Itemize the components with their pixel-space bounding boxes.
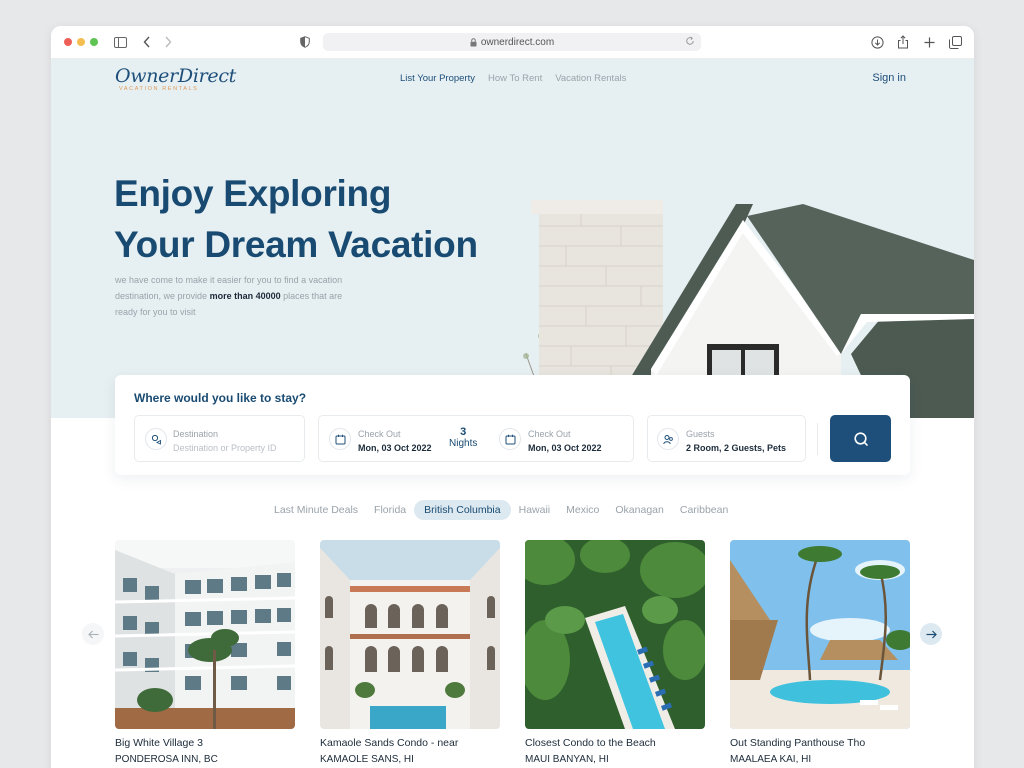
forward-icon[interactable] (160, 34, 176, 50)
search-title: Where would you like to stay? (134, 391, 307, 405)
tab-mexico[interactable]: Mexico (558, 500, 607, 520)
guests-icon (657, 428, 679, 450)
nights-number: 3 (460, 426, 467, 438)
search-button[interactable] (830, 415, 891, 462)
carousel-next-button[interactable] (920, 623, 942, 645)
listing-photo[interactable] (525, 540, 705, 729)
listing-card[interactable]: Kamaole Sands Condo - near KAMAOLE SANS,… (320, 540, 500, 765)
listing-title[interactable]: Big White Village 3 (115, 737, 295, 749)
sidebar-icon[interactable] (112, 34, 128, 50)
nights-label: Nights (449, 438, 478, 449)
logo[interactable]: OwnerDirect VACATION RENTALS (115, 65, 236, 92)
hero-title-line-2: Your Dream Vacation (114, 224, 478, 265)
sign-in-link[interactable]: Sign in (872, 72, 906, 84)
tab-british-columbia[interactable]: British Columbia (414, 500, 511, 520)
back-icon[interactable] (139, 34, 155, 50)
minimize-window-button[interactable] (77, 38, 85, 46)
tab-okanagan[interactable]: Okanagan (607, 500, 671, 520)
calendar-icon (329, 428, 351, 450)
field-divider (817, 423, 818, 455)
browser-toolbar: ownerdirect.com (51, 26, 974, 59)
destination-field[interactable]: Destination Destination or Property ID (134, 415, 305, 462)
listing-title[interactable]: Out Standing Panthouse Tho (730, 737, 910, 749)
download-icon[interactable] (869, 34, 885, 50)
listing-location: MAUI BANYAN, HI (525, 754, 609, 765)
listing-card[interactable]: Closest Condo to the Beach MAUI BANYAN, … (525, 540, 705, 765)
hero-title-line-1: Enjoy Exploring (114, 173, 392, 214)
listing-card[interactable]: Big White Village 3 PONDEROSA INN, BC (115, 540, 295, 765)
guests-label: Guests (686, 429, 715, 439)
location-pin-icon (145, 428, 167, 450)
carousel-prev-button[interactable] (82, 623, 104, 645)
listing-photo[interactable] (730, 540, 910, 729)
browser-window: ownerdirect.com OwnerDirect VACATION REN… (51, 26, 974, 768)
arrow-right-icon (926, 630, 937, 639)
checkin-date[interactable]: Mon, 03 Oct 2022 (358, 443, 432, 453)
listing-photo[interactable] (115, 540, 295, 729)
share-icon[interactable] (895, 34, 911, 50)
listing-location: KAMAOLE SANS, HI (320, 754, 414, 765)
checkout-date[interactable]: Mon, 03 Oct 2022 (528, 443, 602, 453)
listing-photo[interactable] (320, 540, 500, 729)
calendar-icon (499, 428, 521, 450)
lock-icon (470, 37, 477, 47)
tabs-icon[interactable] (947, 34, 963, 50)
maximize-window-button[interactable] (90, 38, 98, 46)
listing-title[interactable]: Closest Condo to the Beach (525, 737, 705, 749)
listing-card[interactable]: Out Standing Panthouse Tho MAALAEA KAI, … (730, 540, 910, 765)
hero-description: we have come to make it easier for you t… (115, 275, 343, 317)
close-window-button[interactable] (64, 38, 72, 46)
nav-vacation-rentals[interactable]: Vacation Rentals (555, 73, 626, 84)
listing-title[interactable]: Kamaole Sands Condo - near (320, 737, 500, 749)
tab-last-minute-deals[interactable]: Last Minute Deals (266, 500, 366, 520)
top-nav: List Your Property How To Rent Vacation … (400, 73, 626, 84)
shield-icon[interactable] (297, 34, 313, 50)
nights-count: 3 Nights (449, 426, 477, 449)
destination-input[interactable]: Destination or Property ID (173, 443, 277, 453)
url-text: ownerdirect.com (480, 36, 555, 48)
listing-location: PONDEROSA INN, BC (115, 754, 218, 765)
dates-field[interactable]: Check Out Mon, 03 Oct 2022 3 Nights Chec… (318, 415, 634, 462)
logo-wordmark: OwnerDirect (115, 65, 237, 87)
tab-florida[interactable]: Florida (366, 500, 414, 520)
address-bar[interactable]: ownerdirect.com (323, 33, 701, 51)
arrow-left-icon (87, 630, 99, 639)
guests-value[interactable]: 2 Room, 2 Guests, Pets (686, 443, 786, 453)
tab-hawaii[interactable]: Hawaii (511, 500, 559, 520)
reload-icon[interactable] (685, 36, 695, 46)
hero-section: OwnerDirect VACATION RENTALS List Your P… (51, 59, 974, 418)
checkin-label: Check Out (358, 429, 401, 439)
destination-label: Destination (173, 429, 219, 439)
search-icon (853, 431, 869, 447)
nav-list-your-property[interactable]: List Your Property (400, 73, 475, 84)
guests-field[interactable]: Guests 2 Room, 2 Guests, Pets (647, 415, 806, 462)
search-card: Where would you like to stay? Destinatio… (115, 375, 910, 475)
nav-how-to-rent[interactable]: How To Rent (488, 73, 542, 84)
checkout-label: Check Out (528, 429, 571, 439)
category-tabs: Last Minute Deals Florida British Columb… (266, 500, 736, 520)
tab-caribbean[interactable]: Caribbean (672, 500, 736, 520)
new-tab-icon[interactable] (921, 34, 937, 50)
listing-location: MAALAEA KAI, HI (730, 754, 812, 765)
hero-title: Enjoy Exploring Your Dream Vacation (114, 168, 478, 270)
